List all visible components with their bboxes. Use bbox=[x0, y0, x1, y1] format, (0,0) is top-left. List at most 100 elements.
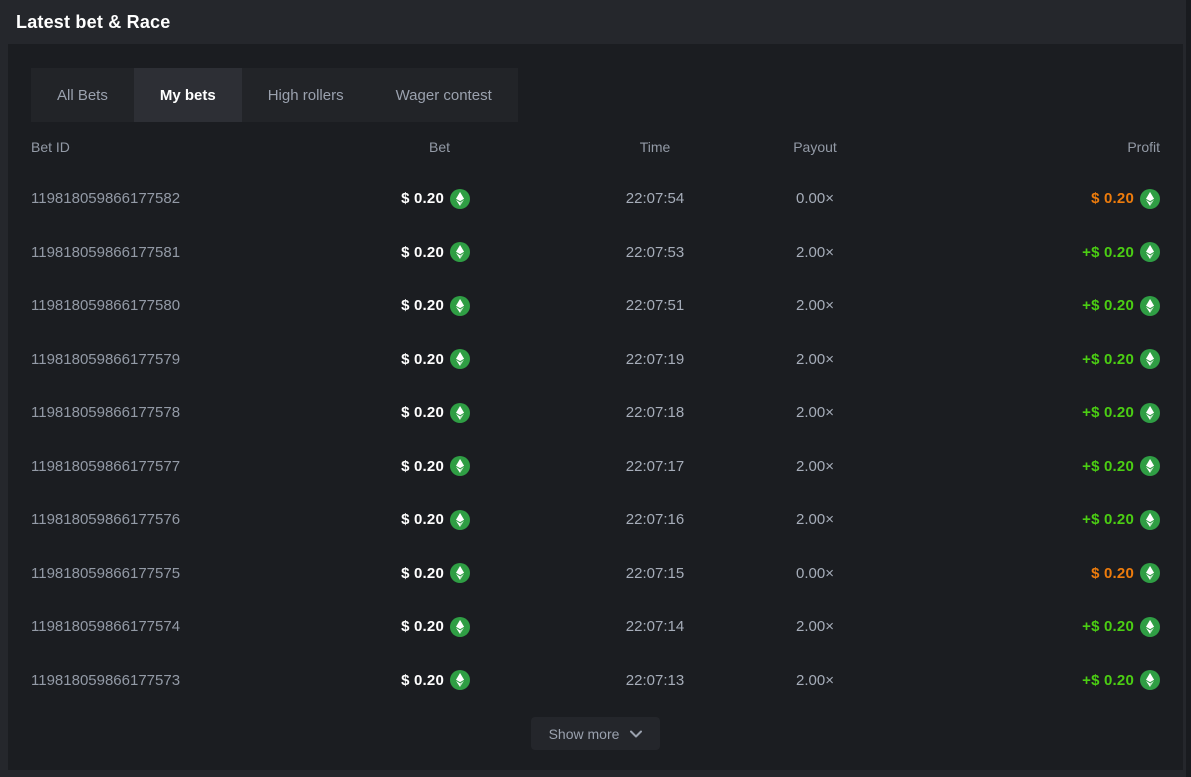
bets-tabs: All Bets My bets High rollers Wager cont… bbox=[31, 68, 518, 122]
payout-cell: 0.00× bbox=[755, 172, 875, 226]
show-more-wrap: Show more bbox=[31, 717, 1160, 750]
bet-amount-cell: $ 0.20 bbox=[401, 333, 470, 387]
show-more-label: Show more bbox=[549, 726, 620, 742]
table-row[interactable]: 119818059866177575 $ 0.20 22:07:15 0.00× $ 0… bbox=[31, 547, 1160, 601]
table-row[interactable]: 119818059866177579 $ 0.20 22:07:19 2.00× +$ … bbox=[31, 333, 1160, 387]
time-cell: 22:07:14 bbox=[595, 600, 715, 654]
table-row[interactable]: 119818059866177573 $ 0.20 22:07:13 2.00× +$ … bbox=[31, 654, 1160, 708]
eth-coin-icon bbox=[1140, 510, 1160, 530]
eth-coin-icon bbox=[450, 617, 470, 637]
bet-amount-cell: $ 0.20 bbox=[401, 386, 470, 440]
column-header-payout: Payout bbox=[755, 122, 875, 172]
topbar: Latest bet & Race bbox=[0, 0, 1191, 44]
bet-amount-cell: $ 0.20 bbox=[401, 440, 470, 494]
latest-bets-panel: All Bets My bets High rollers Wager cont… bbox=[8, 44, 1183, 770]
bet-amount-cell: $ 0.20 bbox=[401, 226, 470, 280]
time-cell: 22:07:19 bbox=[595, 333, 715, 387]
payout-cell: 2.00× bbox=[755, 493, 875, 547]
bet-id-cell: 119818059866177578 bbox=[31, 386, 180, 440]
eth-coin-icon bbox=[450, 242, 470, 262]
time-cell: 22:07:17 bbox=[595, 440, 715, 494]
bet-id-cell: 119818059866177577 bbox=[31, 440, 180, 494]
table-body: 119818059866177582$ 0.2022:07:540.00×$ 0… bbox=[31, 172, 1160, 707]
eth-coin-icon bbox=[450, 403, 470, 423]
column-header-profit: Profit bbox=[1127, 122, 1160, 172]
eth-coin-icon bbox=[1140, 242, 1160, 262]
time-cell: 22:07:15 bbox=[595, 547, 715, 601]
page-title: Latest bet & Race bbox=[16, 12, 170, 33]
bet-amount-cell: $ 0.20 bbox=[401, 600, 470, 654]
payout-cell: 2.00× bbox=[755, 600, 875, 654]
payout-cell: 2.00× bbox=[755, 226, 875, 280]
profit-cell: +$ 0.20 bbox=[1082, 333, 1160, 387]
column-header-bet: Bet bbox=[429, 122, 450, 172]
table-row[interactable]: 119818059866177574 $ 0.20 22:07:14 2.00× +$ … bbox=[31, 600, 1160, 654]
profit-cell: +$ 0.20 bbox=[1082, 654, 1160, 708]
bet-amount-cell: $ 0.20 bbox=[401, 493, 470, 547]
time-cell: 22:07:18 bbox=[595, 386, 715, 440]
bet-amount-cell: $ 0.20 bbox=[401, 279, 470, 333]
table-row[interactable]: 119818059866177581 $ 0.20 22:07:53 2.00× +$ … bbox=[31, 226, 1160, 280]
profit-cell: $ 0.20 bbox=[1091, 172, 1160, 226]
payout-cell: 2.00× bbox=[755, 333, 875, 387]
bet-id-cell: 119818059866177573 bbox=[31, 654, 180, 708]
table-row[interactable]: 119818059866177576 $ 0.20 22:07:16 2.00× +$ … bbox=[31, 493, 1160, 547]
eth-coin-icon bbox=[450, 456, 470, 476]
show-more-button[interactable]: Show more bbox=[531, 717, 661, 750]
bet-amount-cell: $ 0.20 bbox=[401, 654, 470, 708]
table-row[interactable]: 119818059866177582$ 0.2022:07:540.00×$ 0… bbox=[31, 172, 1160, 226]
tab-wager-contest[interactable]: Wager contest bbox=[370, 68, 518, 122]
time-cell: 22:07:13 bbox=[595, 654, 715, 708]
eth-coin-icon bbox=[1140, 189, 1160, 209]
bet-id-cell: 119818059866177582 bbox=[31, 172, 180, 226]
eth-coin-icon bbox=[1140, 563, 1160, 583]
profit-cell: +$ 0.20 bbox=[1082, 279, 1160, 333]
profit-cell: +$ 0.20 bbox=[1082, 600, 1160, 654]
bet-id-cell: 119818059866177576 bbox=[31, 493, 180, 547]
eth-coin-icon bbox=[1140, 456, 1160, 476]
time-cell: 22:07:51 bbox=[595, 279, 715, 333]
bet-id-cell: 119818059866177580 bbox=[31, 279, 180, 333]
tab-high-rollers[interactable]: High rollers bbox=[242, 68, 370, 122]
eth-coin-icon bbox=[1140, 296, 1160, 316]
payout-cell: 2.00× bbox=[755, 279, 875, 333]
tab-my-bets[interactable]: My bets bbox=[134, 68, 242, 122]
payout-cell: 2.00× bbox=[755, 654, 875, 708]
bet-amount-cell: $ 0.20 bbox=[401, 172, 470, 226]
table-row[interactable]: 119818059866177578 $ 0.20 22:07:18 2.00× +$ … bbox=[31, 386, 1160, 440]
right-edge-strip bbox=[1186, 0, 1191, 777]
bet-id-cell: 119818059866177575 bbox=[31, 547, 180, 601]
table-row[interactable]: 119818059866177580 $ 0.20 22:07:51 2.00× +$ … bbox=[31, 279, 1160, 333]
payout-cell: 2.00× bbox=[755, 440, 875, 494]
profit-cell: +$ 0.20 bbox=[1082, 226, 1160, 280]
bet-amount-cell: $ 0.20 bbox=[401, 547, 470, 601]
table-row[interactable]: 119818059866177577 $ 0.20 22:07:17 2.00× +$ … bbox=[31, 440, 1160, 494]
profit-cell: +$ 0.20 bbox=[1082, 386, 1160, 440]
eth-coin-icon bbox=[450, 296, 470, 316]
eth-coin-icon bbox=[450, 670, 470, 690]
eth-coin-icon bbox=[450, 349, 470, 369]
eth-coin-icon bbox=[1140, 617, 1160, 637]
eth-coin-icon bbox=[450, 510, 470, 530]
table-header: Bet ID Bet Time Payout Profit bbox=[31, 122, 1160, 172]
tab-all-bets[interactable]: All Bets bbox=[31, 68, 134, 122]
eth-coin-icon bbox=[450, 189, 470, 209]
bet-id-cell: 119818059866177579 bbox=[31, 333, 180, 387]
profit-cell: +$ 0.20 bbox=[1082, 440, 1160, 494]
bet-id-cell: 119818059866177574 bbox=[31, 600, 180, 654]
eth-coin-icon bbox=[450, 563, 470, 583]
payout-cell: 2.00× bbox=[755, 386, 875, 440]
time-cell: 22:07:53 bbox=[595, 226, 715, 280]
payout-cell: 0.00× bbox=[755, 547, 875, 601]
eth-coin-icon bbox=[1140, 349, 1160, 369]
bet-id-cell: 119818059866177581 bbox=[31, 226, 180, 280]
chevron-down-icon bbox=[630, 730, 642, 738]
time-cell: 22:07:16 bbox=[595, 493, 715, 547]
column-header-time: Time bbox=[595, 122, 715, 172]
profit-cell: $ 0.20 bbox=[1091, 547, 1160, 601]
column-header-bet-id: Bet ID bbox=[31, 122, 70, 172]
profit-cell: +$ 0.20 bbox=[1082, 493, 1160, 547]
eth-coin-icon bbox=[1140, 403, 1160, 423]
panel-inner: All Bets My bets High rollers Wager cont… bbox=[8, 44, 1183, 770]
eth-coin-icon bbox=[1140, 670, 1160, 690]
